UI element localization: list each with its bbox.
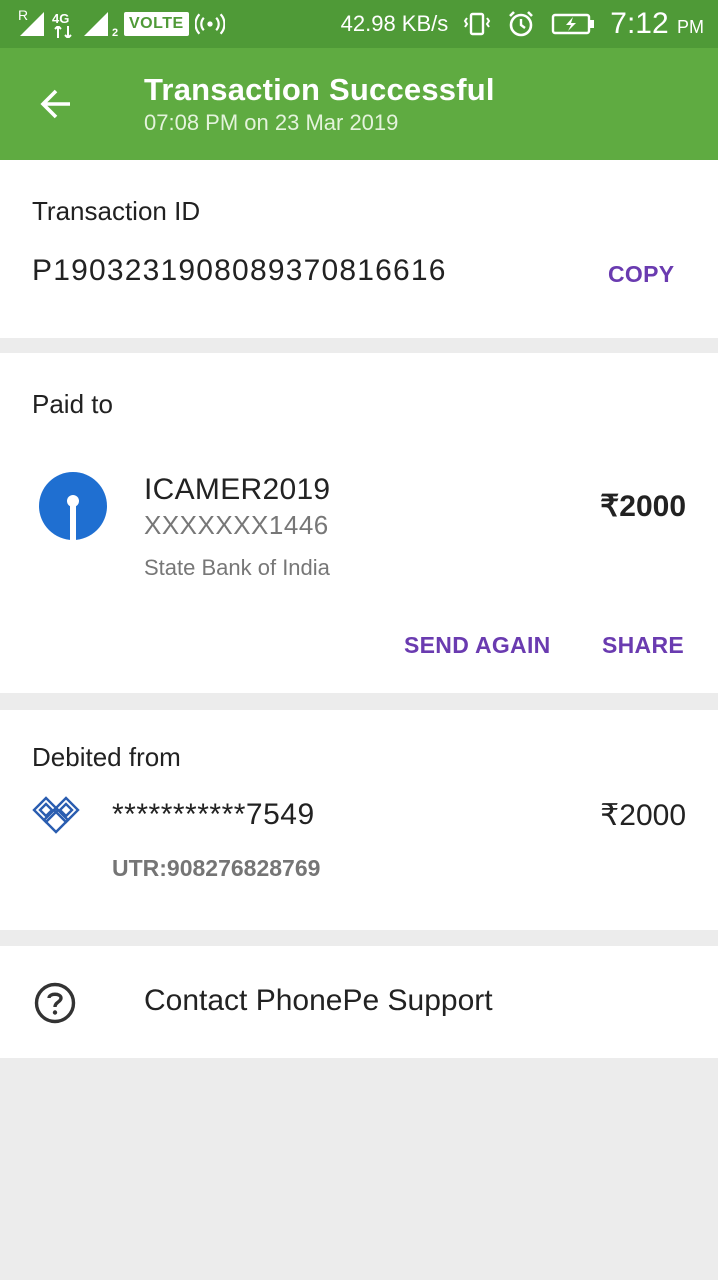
arrow-back-icon	[40, 89, 70, 119]
clock-time: 7:12	[610, 7, 669, 40]
sbi-logo-icon	[39, 472, 107, 540]
paid-to-label: Paid to	[32, 389, 113, 419]
vibrate-icon	[462, 9, 492, 39]
paid-to-card: Paid to ICAMER2019 XXXXXXX1446 State Ban…	[0, 353, 718, 693]
battery-charging-icon	[550, 9, 596, 39]
back-button[interactable]	[28, 76, 84, 132]
payee-bank-name: State Bank of India	[144, 555, 330, 580]
app-bar: Transaction Successful 07:08 PM on 23 Ma…	[0, 48, 718, 160]
help-circle-icon	[34, 982, 76, 1024]
transaction-id-label: Transaction ID	[32, 196, 201, 226]
roaming-label: R	[18, 7, 29, 23]
contact-support-label: Contact PhonePe Support	[144, 984, 493, 1017]
debited-amount: ₹2000	[600, 799, 686, 832]
page-title: Transaction Successful	[144, 72, 495, 107]
transaction-id-card: Transaction ID P1903231908089370816616 C…	[0, 160, 718, 338]
send-again-button[interactable]: SEND AGAIN	[404, 632, 551, 659]
network-type-icon: 4G	[52, 10, 76, 38]
debited-from-label: Debited from	[32, 742, 181, 772]
transaction-datetime: 07:08 PM on 23 Mar 2019	[144, 110, 399, 135]
debited-from-card: Debited from ***********7549 ₹2000 UTR:9…	[0, 710, 718, 930]
bank-of-baroda-logo-icon	[32, 796, 80, 834]
signal-strength-sim1-icon: R	[18, 7, 46, 38]
clock-suffix: PM	[677, 17, 704, 37]
alarm-icon	[506, 9, 536, 39]
volte-badge: VOLTE	[124, 12, 189, 36]
payee-account: XXXXXXX1446	[144, 510, 329, 540]
clock: 7:12 PM	[610, 7, 704, 41]
contact-support-row[interactable]: Contact PhonePe Support	[0, 946, 718, 1058]
share-button[interactable]: SHARE	[602, 632, 684, 659]
utr-number: UTR:908276828769	[112, 855, 321, 881]
copy-button[interactable]: COPY	[608, 261, 674, 288]
payee-name: ICAMER2019	[144, 473, 331, 506]
network-type-label: 4G	[52, 11, 70, 26]
sim2-label: 2	[112, 27, 119, 39]
status-bar-right: 42.98 KB/s 7:12 PM	[341, 6, 704, 42]
network-speed: 42.98 KB/s	[340, 11, 449, 36]
status-bar-left: R 4G 2 VOLTE	[18, 7, 225, 39]
status-bar: R 4G 2 VOLTE 42.98 KB/s 7:12 PM	[0, 0, 718, 48]
transaction-id-value: P1903231908089370816616	[32, 254, 447, 287]
signal-strength-sim2-icon: 2	[82, 10, 118, 39]
paid-amount: ₹2000	[600, 490, 686, 523]
hotspot-icon	[194, 9, 225, 39]
debit-account-number: ***********7549	[112, 798, 315, 831]
